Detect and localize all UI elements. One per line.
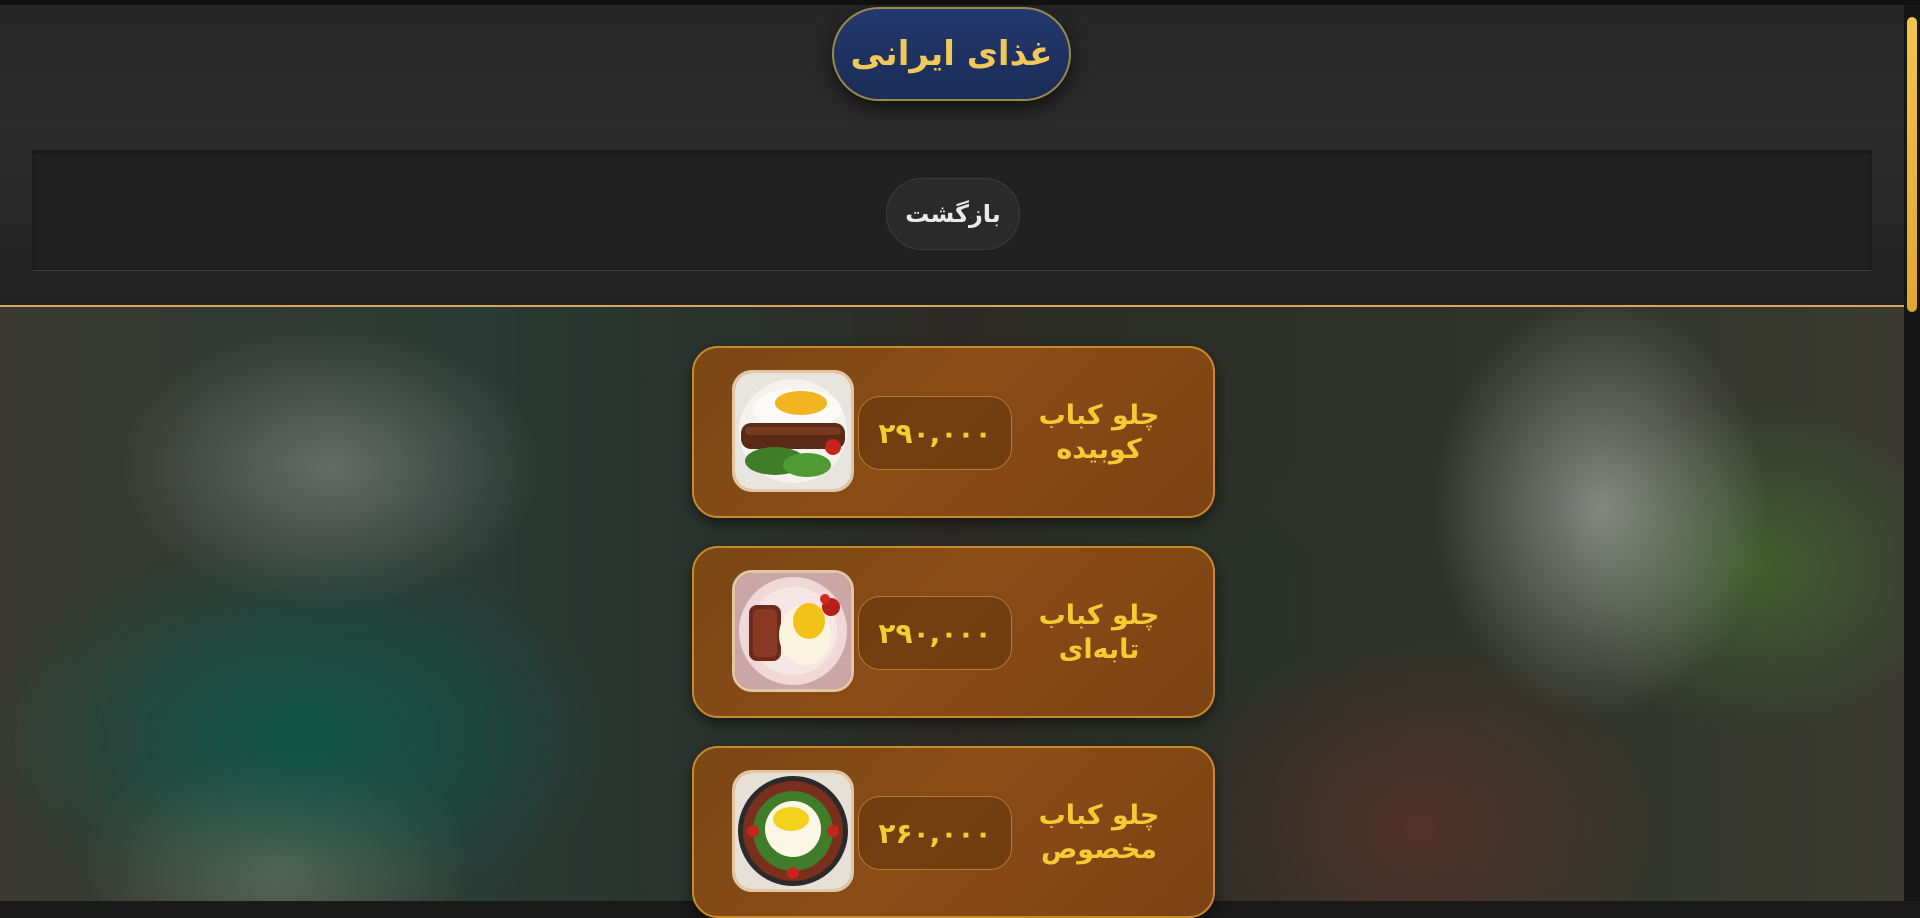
kebab-koobideh-photo (732, 370, 854, 492)
page-title: غذای ایرانی (832, 7, 1071, 101)
menu-item-name-line1: چلو کباب (1038, 400, 1160, 431)
menu-item-name: چلو کباب مخصوص (1024, 786, 1174, 880)
menu-item-name-line2: کوبیده (1056, 434, 1142, 465)
menu-item-name-line1: چلو کباب (1038, 800, 1160, 831)
scrollbar-thumb[interactable] (1907, 17, 1917, 312)
back-button-label: بازگشت (905, 200, 1001, 228)
menu-item-name-line2: تابه‌ای (1058, 634, 1140, 665)
kebab-tabei-photo (732, 570, 854, 692)
back-button[interactable]: بازگشت (886, 178, 1020, 250)
menu-item-name-line2: مخصوص (1040, 834, 1158, 865)
price-badge: ۲۹۰,۰۰۰ (858, 596, 1012, 670)
menu-item-name: چلو کباب تابه‌ای (1024, 586, 1174, 680)
price-badge: ۲۶۰,۰۰۰ (858, 796, 1012, 870)
price-text: ۲۹۰,۰۰۰ (878, 616, 992, 650)
menu-item-card[interactable]: ۲۶۰,۰۰۰ چلو کباب مخصوص (692, 746, 1215, 918)
price-text: ۲۹۰,۰۰۰ (878, 416, 992, 450)
page-title-text: غذای ایرانی (850, 34, 1053, 74)
price-badge: ۲۹۰,۰۰۰ (858, 396, 1012, 470)
kebab-makhsoos-photo (732, 770, 854, 892)
menu-item-name: چلو کباب کوبیده (1024, 386, 1174, 480)
menu-item-name-line1: چلو کباب (1038, 600, 1160, 631)
price-text: ۲۶۰,۰۰۰ (878, 816, 992, 850)
menu-item-card[interactable]: ۲۹۰,۰۰۰ چلو کباب کوبیده (692, 346, 1215, 518)
menu-item-card[interactable]: ۲۹۰,۰۰۰ چلو کباب تابه‌ای (692, 546, 1215, 718)
